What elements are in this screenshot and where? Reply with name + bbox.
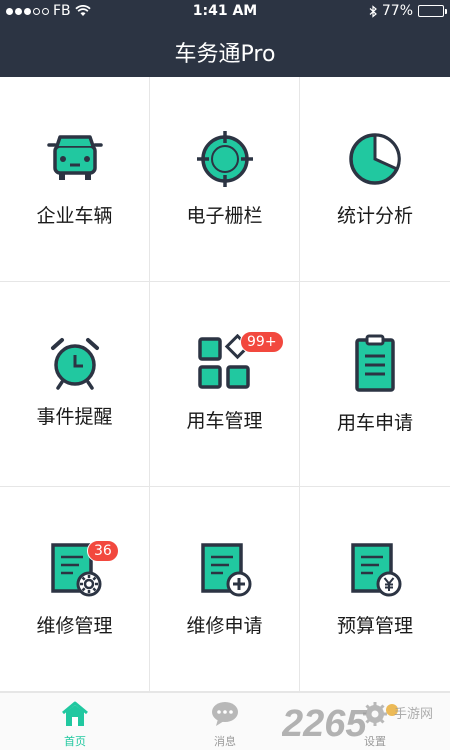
- car-icon: [47, 135, 103, 180]
- grid-item-enterprise-vehicles[interactable]: 企业车辆: [0, 77, 150, 282]
- status-right: 77%: [369, 3, 447, 19]
- tab-label: 首页: [64, 735, 86, 748]
- grid-item-statistics[interactable]: 统计分析: [300, 77, 450, 282]
- app-header: FB 1:41 AM 77% 车务通Pro: [0, 0, 450, 77]
- grid-item-label: 用车管理: [186, 410, 263, 432]
- chat-bubble-icon: [212, 702, 238, 726]
- tab-home[interactable]: 首页: [0, 693, 150, 750]
- battery-percent: 77%: [381, 3, 413, 19]
- grid-item-label: 企业车辆: [36, 205, 113, 227]
- grid-item-label: 统计分析: [336, 205, 413, 227]
- clipboard-icon: [355, 334, 395, 392]
- alarm-clock-icon: [51, 338, 99, 390]
- grid-item-label: 事件提醒: [36, 406, 113, 428]
- app-screen: FB 1:41 AM 77% 车务通Pro 企业车辆 电子栅栏 统计分析 事件提…: [0, 0, 450, 750]
- pie-chart-icon: [349, 133, 401, 185]
- settings-icon: [363, 702, 387, 726]
- status-bar: FB 1:41 AM 77%: [0, 0, 450, 24]
- grid-item-vehicle-request[interactable]: 用车申请: [300, 282, 450, 487]
- grid-item-maintenance-management[interactable]: 36 维修管理: [0, 487, 150, 692]
- tab-label: 消息: [214, 735, 236, 748]
- grid-item-label: 维修申请: [186, 615, 263, 637]
- battery-icon: [418, 5, 447, 17]
- grid-item-label: 维修管理: [36, 615, 113, 637]
- bluetooth-icon: [369, 4, 377, 18]
- document-plus-icon: [201, 543, 252, 597]
- bottom-tab-bar: 首页 消息 设置: [0, 692, 450, 750]
- tab-label: 设置: [364, 735, 386, 748]
- grid-item-label: 电子栅栏: [186, 205, 263, 227]
- page-title: 车务通Pro: [174, 42, 276, 67]
- grid-item-geofence[interactable]: 电子栅栏: [150, 77, 300, 282]
- feature-grid: 企业车辆 电子栅栏 统计分析 事件提醒 99+ 用车管理 用车申请 36 维修管…: [0, 77, 450, 692]
- tab-settings[interactable]: 设置: [300, 693, 450, 750]
- notification-badge: 36: [87, 540, 119, 562]
- geofence-icon: [197, 131, 253, 187]
- grid-item-maintenance-request[interactable]: 维修申请: [150, 487, 300, 692]
- home-icon: [62, 701, 88, 726]
- grid-item-budget-management[interactable]: 预算管理: [300, 487, 450, 692]
- notification-badge: 99+: [240, 331, 284, 353]
- grid-item-label: 预算管理: [336, 615, 413, 637]
- grid-item-vehicle-management[interactable]: 99+ 用车管理: [150, 282, 300, 487]
- grid-item-label: 用车申请: [336, 412, 413, 434]
- tab-messages[interactable]: 消息: [150, 693, 300, 750]
- grid-item-event-reminder[interactable]: 事件提醒: [0, 282, 150, 487]
- document-yen-icon: [351, 543, 402, 597]
